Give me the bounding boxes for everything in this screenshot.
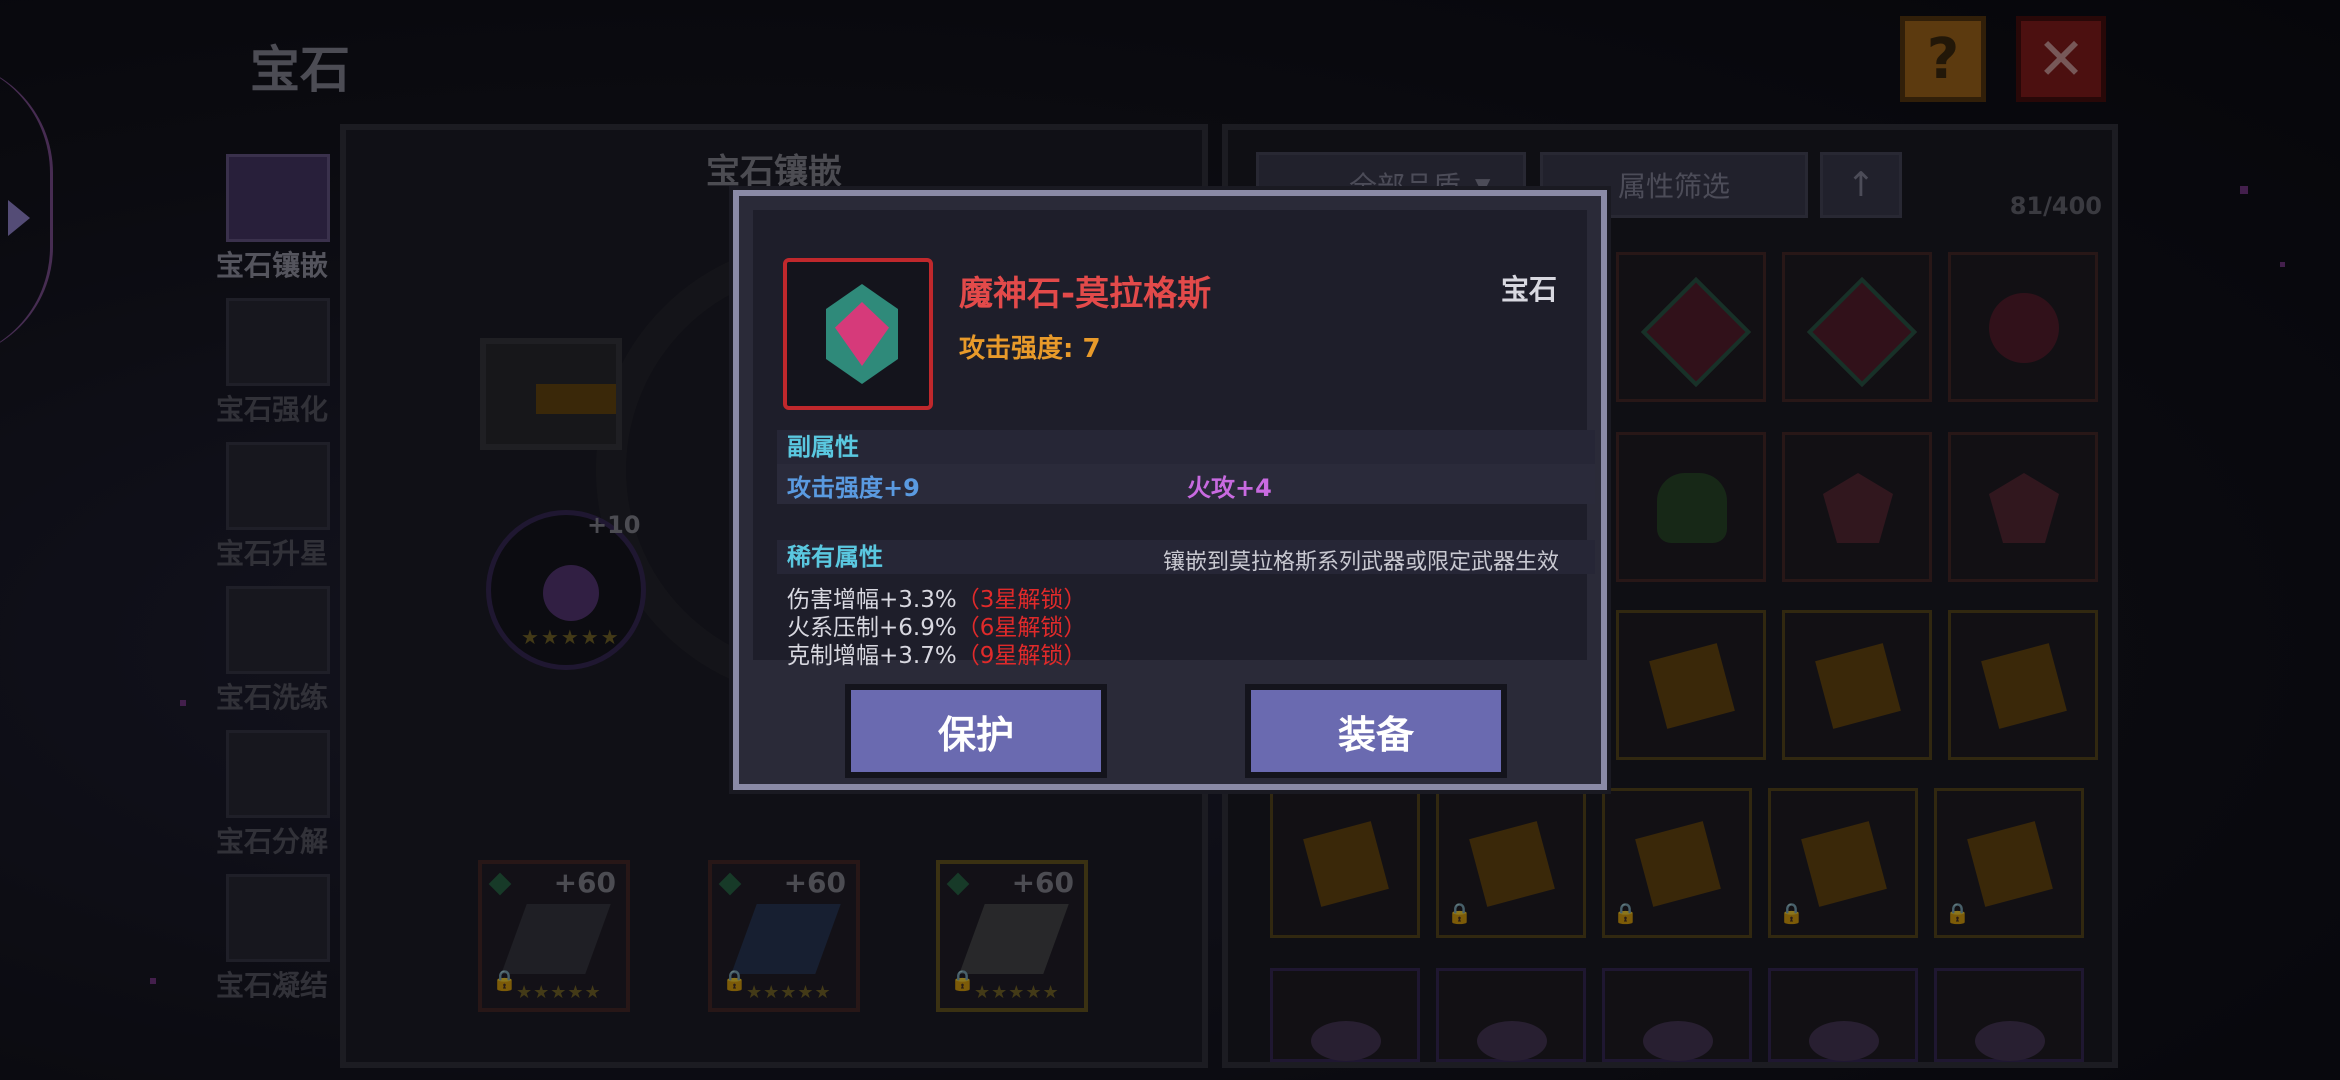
rare-stat-unlock: （9星解锁）	[956, 643, 1087, 669]
sub-stat-fire: 火攻+4	[1187, 474, 1272, 502]
sub-stat-attack: 攻击强度+9	[787, 474, 920, 502]
dialog-content: 魔神石-莫拉格斯 宝石 攻击强度: 7 副属性 攻击强度+9 火攻+4 稀有属性…	[753, 210, 1595, 669]
gem-main-stat: 攻击强度: 7	[959, 334, 1101, 364]
gem-type: 宝石	[1500, 273, 1557, 306]
gem-name: 魔神石-莫拉格斯	[959, 274, 1212, 314]
protect-button[interactable]: 保护	[845, 684, 1107, 778]
gem-detail-dialog: 魔神石-莫拉格斯 宝石 攻击强度: 7 副属性 攻击强度+9 火攻+4 稀有属性…	[733, 190, 1607, 790]
rare-stat-text: 克制增幅+3.7%	[787, 643, 957, 669]
rare-stat: 克制增幅+3.7%（9星解锁）	[787, 636, 1086, 670]
rare-attributes-note: 镶嵌到莫拉格斯系列武器或限定武器生效	[1162, 550, 1559, 575]
sub-attributes-header: 副属性	[777, 430, 1595, 464]
equip-button[interactable]: 装备	[1245, 684, 1507, 778]
gem-preview	[783, 258, 933, 410]
